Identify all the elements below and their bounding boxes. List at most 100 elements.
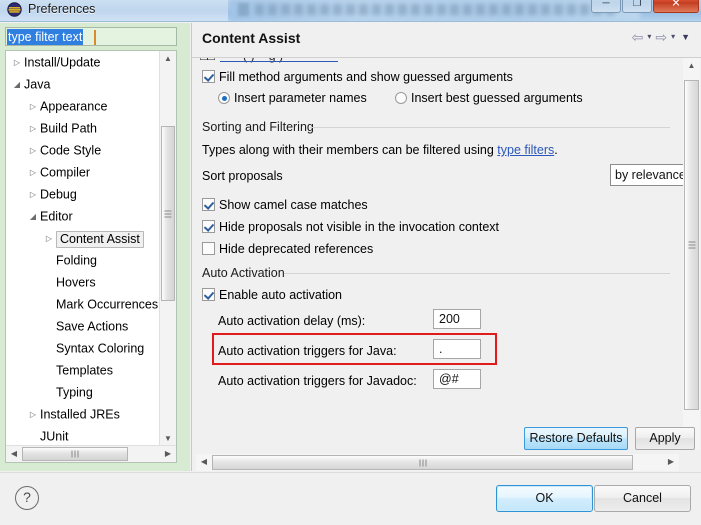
sidebar-item-save-actions[interactable]: Save Actions [6, 315, 160, 337]
chevron-right-icon[interactable]: ▷ [26, 118, 40, 140]
java-triggers-input[interactable]: . [433, 339, 481, 359]
show-camel-case-checkbox[interactable] [202, 198, 215, 211]
sidebar-item-label: Debug [40, 188, 77, 202]
sidebar-item-label: Build Path [40, 122, 97, 136]
hide-proposals-checkbox[interactable] [202, 220, 215, 233]
chevron-right-icon[interactable]: ▷ [26, 404, 40, 426]
tree-scroll-right-button[interactable]: ▶ [160, 446, 176, 462]
tree-item-list: ▷Install/Update◢Java▷Appearance▷Build Pa… [6, 51, 160, 447]
sidebar-item-code-style[interactable]: ▷Code Style [6, 139, 160, 161]
sidebar-item-label: Appearance [40, 100, 107, 114]
content-horizontal-scrollbar[interactable]: ◀ ▶ [196, 454, 679, 471]
content-scroll-left-button[interactable]: ◀ [196, 454, 212, 470]
view-menu-icon[interactable]: ▼ [681, 30, 690, 44]
chevron-right-icon[interactable]: ▷ [26, 140, 40, 162]
scroll-thumb-grip [165, 210, 172, 217]
sidebar-item-compiler[interactable]: ▷Compiler [6, 161, 160, 183]
type-filters-link[interactable]: type filters [497, 143, 554, 157]
tree-horizontal-scrollbar[interactable]: ◀ ▶ [6, 445, 176, 462]
preferences-sidebar: type filter text ▷Install/Update◢Java▷Ap… [0, 23, 190, 471]
close-button[interactable]: ✕ [653, 0, 699, 13]
chevron-right-icon[interactable]: ▷ [26, 162, 40, 184]
chevron-right-icon[interactable]: ▷ [26, 184, 40, 206]
sidebar-item-templates[interactable]: Templates [6, 359, 160, 381]
sidebar-item-build-path[interactable]: ▷Build Path [6, 117, 160, 139]
enable-auto-activation-label: Enable auto activation [219, 288, 342, 302]
fill-method-arguments-checkbox-row[interactable]: Fill method arguments and show guessed a… [202, 70, 513, 84]
tree-scroll-up-button[interactable]: ▲ [160, 51, 176, 67]
filter-input[interactable]: type filter text [7, 29, 83, 45]
insert-best-guessed-radio-row[interactable]: Insert best guessed arguments [395, 91, 583, 105]
chevron-down-icon[interactable]: ◢ [26, 206, 40, 228]
maximize-button[interactable]: ❐ [622, 0, 652, 13]
tree-vertical-scrollbar[interactable]: ▲ ▼ [159, 51, 176, 447]
javadoc-triggers-input[interactable]: @# [433, 369, 481, 389]
sort-proposals-combo[interactable]: by relevance [610, 164, 690, 186]
sidebar-item-java[interactable]: ◢Java [6, 73, 160, 95]
content-horizontal-scroll-thumb[interactable] [212, 455, 633, 470]
apply-button[interactable]: Apply [635, 427, 695, 450]
back-arrow-icon[interactable]: ⇦ [632, 30, 644, 44]
tree-scroll-left-button[interactable]: ◀ [6, 446, 22, 462]
settings-scroll-area: □□ ( ) g ) Fill method arguments and sho… [192, 58, 701, 450]
chevron-down-icon[interactable]: ◢ [10, 74, 24, 96]
show-camel-case-checkbox-row[interactable]: Show camel case matches [202, 198, 368, 212]
chevron-right-icon[interactable]: ▷ [10, 52, 24, 74]
preferences-dialog: Preferences ─ ❐ ✕ type filter text ▷Inst… [0, 0, 701, 525]
content-vertical-scroll-thumb[interactable] [684, 80, 699, 410]
enable-auto-activation-checkbox[interactable] [202, 288, 215, 301]
tree-vertical-scroll-thumb[interactable] [161, 126, 175, 301]
tree-horizontal-scroll-thumb[interactable] [22, 447, 128, 461]
page-navigation: ⇦ ▾ ⇨ ▾ ▼ [632, 30, 690, 44]
hide-proposals-checkbox-row[interactable]: Hide proposals not visible in the invoca… [202, 220, 499, 234]
ok-button[interactable]: OK [496, 485, 593, 512]
insert-best-guessed-label: Insert best guessed arguments [411, 91, 583, 105]
content-scroll-up-button[interactable]: ▲ [683, 58, 700, 74]
insert-best-guessed-radio[interactable] [395, 92, 407, 104]
sidebar-item-typing[interactable]: Typing [6, 381, 160, 403]
clipped-link-underline[interactable] [220, 58, 340, 62]
sidebar-item-installed-jres[interactable]: ▷Installed JREs [6, 403, 160, 425]
enable-auto-activation-checkbox-row[interactable]: Enable auto activation [202, 288, 342, 302]
dialog-body: type filter text ▷Install/Update◢Java▷Ap… [0, 21, 701, 525]
sidebar-item-hovers[interactable]: Hovers [6, 271, 160, 293]
cancel-button[interactable]: Cancel [594, 485, 691, 512]
sidebar-item-appearance[interactable]: ▷Appearance [6, 95, 160, 117]
hide-deprecated-checkbox-row[interactable]: Hide deprecated references [202, 242, 373, 256]
eclipse-icon [7, 2, 22, 17]
sidebar-item-syntax-coloring[interactable]: Syntax Coloring [6, 337, 160, 359]
window-controls: ─ ❐ ✕ [591, 0, 699, 13]
sidebar-item-content-assist[interactable]: ▷Content Assist [6, 227, 160, 249]
content-scroll-right-button[interactable]: ▶ [663, 454, 679, 470]
minimize-icon: ─ [602, 0, 609, 9]
sidebar-item-debug[interactable]: ▷Debug [6, 183, 160, 205]
filter-textbox[interactable]: type filter text [5, 27, 177, 46]
forward-history-dropdown-icon[interactable]: ▾ [671, 30, 675, 44]
sidebar-item-folding[interactable]: Folding [6, 249, 160, 271]
sidebar-item-junit[interactable]: JUnit [6, 425, 160, 447]
insert-parameter-names-radio-row[interactable]: Insert parameter names [218, 91, 367, 105]
sidebar-item-label: Syntax Coloring [56, 342, 144, 356]
insert-parameter-names-radio[interactable] [218, 92, 230, 104]
minimize-button[interactable]: ─ [591, 0, 621, 13]
hide-deprecated-checkbox[interactable] [202, 242, 215, 255]
chevron-right-icon[interactable]: ▷ [42, 228, 56, 250]
hide-proposals-label: Hide proposals not visible in the invoca… [219, 220, 499, 234]
type-filters-text-prefix: Types along with their members can be fi… [202, 143, 497, 157]
sidebar-item-mark-occurrences[interactable]: Mark Occurrences [6, 293, 160, 315]
page-title: Content Assist [202, 30, 300, 46]
preferences-tree[interactable]: ▷Install/Update◢Java▷Appearance▷Build Pa… [5, 50, 177, 463]
content-vertical-scrollbar[interactable]: ▲ ▼ [683, 58, 700, 450]
forward-arrow-icon[interactable]: ⇨ [655, 30, 667, 44]
sidebar-item-label: Install/Update [24, 56, 100, 70]
close-icon: ✕ [671, 0, 680, 10]
fill-method-arguments-checkbox[interactable] [202, 70, 215, 83]
restore-defaults-button[interactable]: Restore Defaults [524, 427, 628, 450]
auto-activation-delay-input[interactable]: 200 [433, 309, 481, 329]
back-history-dropdown-icon[interactable]: ▾ [647, 30, 651, 44]
java-triggers-label: Auto activation triggers for Java: [218, 344, 397, 358]
sidebar-item-editor[interactable]: ◢Editor [6, 205, 160, 227]
chevron-right-icon[interactable]: ▷ [26, 96, 40, 118]
help-icon[interactable]: ? [15, 486, 39, 510]
sidebar-item-install-update[interactable]: ▷Install/Update [6, 51, 160, 73]
